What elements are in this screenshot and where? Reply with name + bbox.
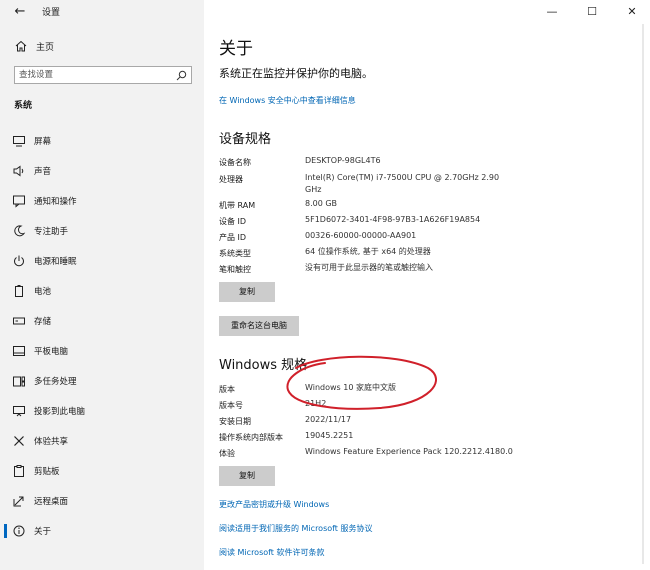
close-icon[interactable]: ✕ <box>620 3 644 21</box>
project-icon <box>13 406 25 417</box>
main-content: 关于 系统正在监控并保护你的电脑。 在 Windows 安全中心中查看详细信息 … <box>204 0 650 570</box>
spec-value-device-name: DESKTOP-98GL4T6 <box>305 156 381 165</box>
minimize-icon[interactable]: — <box>540 3 564 21</box>
rename-pc-button[interactable]: 重命名这台电脑 <box>219 316 299 336</box>
search-input[interactable] <box>19 68 169 82</box>
speaker-icon <box>13 165 24 177</box>
titlebar-left: ← 设置 <box>0 0 204 24</box>
search-box[interactable] <box>14 66 192 84</box>
sidebar-item-tablet[interactable]: 平板电脑 <box>0 336 204 366</box>
device-specs-heading: 设备规格 <box>219 132 272 147</box>
sidebar-item-storage[interactable]: 存储 <box>0 306 204 336</box>
security-center-link[interactable]: 在 Windows 安全中心中查看详细信息 <box>219 95 356 106</box>
spec-label-version: 版本号 <box>219 401 243 410</box>
spec-label-edition: 版本 <box>219 385 235 394</box>
monitor-icon <box>13 136 25 147</box>
spec-value-system-type: 64 位操作系统, 基于 x64 的处理器 <box>305 247 431 256</box>
sidebar-item-label: 剪贴板 <box>34 467 60 477</box>
sidebar: ← 设置 主页 系统 屏幕 <box>0 0 204 570</box>
tablet-icon <box>13 346 25 356</box>
sidebar-item-notifications[interactable]: 通知和操作 <box>0 186 204 216</box>
sidebar-item-label: 专注助手 <box>34 227 69 237</box>
microsoft-license-terms-link[interactable]: 阅读 Microsoft 软件许可条款 <box>219 547 325 558</box>
spec-label-device-id: 设备 ID <box>219 217 247 226</box>
spec-label-device-name: 设备名称 <box>219 158 251 167</box>
sidebar-item-label: 关于 <box>34 527 52 537</box>
remote-icon <box>13 496 24 507</box>
sidebar-nav-list: 屏幕 声音 通知和操作 专注助手 电源和睡眠 电池 存储 平板电脑 多任务处理 … <box>0 126 204 546</box>
copy-windows-specs-button[interactable]: 复制 <box>219 466 275 486</box>
power-icon <box>14 255 24 267</box>
window-controls: — ☐ ✕ <box>540 0 650 24</box>
change-product-key-link[interactable]: 更改产品密钥或升级 Windows <box>219 499 329 510</box>
back-arrow-icon[interactable]: ← <box>8 3 32 21</box>
sidebar-item-about[interactable]: 关于 <box>0 516 204 546</box>
spec-value-ram: 8.00 GB <box>305 199 338 208</box>
sidebar-item-label: 电池 <box>34 287 52 297</box>
moon-icon <box>14 225 26 237</box>
sidebar-item-power[interactable]: 电源和睡眠 <box>0 246 204 276</box>
page-title: 关于 <box>219 39 253 59</box>
spec-value-processor: Intel(R) Core(TM) i7-7500U CPU @ 2.70GHz… <box>305 173 500 194</box>
sidebar-item-label: 电源和睡眠 <box>34 257 77 267</box>
sidebar-item-label: 声音 <box>34 167 52 177</box>
sidebar-item-label: 远程桌面 <box>34 497 69 507</box>
microsoft-services-agreement-link[interactable]: 阅读适用于我们服务的 Microsoft 服务协议 <box>219 523 373 534</box>
app-title: 设置 <box>42 8 61 18</box>
spec-value-device-id: 5F1D6072-3401-4F98-97B3-1A626F19A854 <box>305 215 481 224</box>
storage-icon <box>13 317 25 325</box>
share-icon <box>14 436 24 446</box>
sidebar-item-sound[interactable]: 声音 <box>0 156 204 186</box>
sidebar-section-title: 系统 <box>14 101 33 111</box>
maximize-icon[interactable]: ☐ <box>580 3 604 21</box>
spec-label-product-id: 产品 ID <box>219 233 247 242</box>
spec-value-install-date: 2022/11/17 <box>305 415 352 424</box>
spec-label-ram: 机带 RAM <box>219 201 256 210</box>
spec-label-os-build: 操作系统内部版本 <box>219 433 283 442</box>
spec-value-os-build: 19045.2251 <box>305 431 354 440</box>
home-icon <box>15 40 27 52</box>
notification-icon <box>13 195 25 208</box>
protection-status-text: 系统正在监控并保护你的电脑。 <box>219 67 373 80</box>
sidebar-item-label: 屏幕 <box>34 137 52 147</box>
search-icon[interactable] <box>176 70 187 81</box>
sidebar-item-battery[interactable]: 电池 <box>0 276 204 306</box>
sidebar-item-focus-assist[interactable]: 专注助手 <box>0 216 204 246</box>
sidebar-item-label: 通知和操作 <box>34 197 77 207</box>
sidebar-item-multitasking[interactable]: 多任务处理 <box>0 366 204 396</box>
sidebar-item-home[interactable]: 主页 <box>0 36 204 58</box>
sidebar-item-shared-experiences[interactable]: 体验共享 <box>0 426 204 456</box>
windows-specs-heading: Windows 规格 <box>219 358 308 373</box>
sidebar-item-label: 存储 <box>34 317 52 327</box>
sidebar-item-label: 平板电脑 <box>34 347 69 357</box>
scrollbar[interactable] <box>642 24 644 564</box>
multitask-icon <box>13 376 25 387</box>
spec-value-version: 21H2 <box>305 399 327 408</box>
spec-value-experience: Windows Feature Experience Pack 120.2212… <box>305 447 513 456</box>
clipboard-icon <box>14 465 24 477</box>
spec-label-processor: 处理器 <box>219 175 243 184</box>
copy-device-specs-button[interactable]: 复制 <box>219 282 275 302</box>
sidebar-item-label: 投影到此电脑 <box>34 407 86 417</box>
battery-icon <box>15 285 23 297</box>
sidebar-item-display[interactable]: 屏幕 <box>0 126 204 156</box>
info-icon <box>13 525 25 537</box>
spec-label-system-type: 系统类型 <box>219 249 251 258</box>
spec-value-edition: Windows 10 家庭中文版 <box>305 383 396 392</box>
sidebar-item-label: 多任务处理 <box>34 377 77 387</box>
spec-label-pen-touch: 笔和触控 <box>219 265 251 274</box>
sidebar-item-clipboard[interactable]: 剪贴板 <box>0 456 204 486</box>
spec-value-pen-touch: 没有可用于此显示器的笔或触控输入 <box>305 263 433 272</box>
sidebar-item-project[interactable]: 投影到此电脑 <box>0 396 204 426</box>
sidebar-item-remote-desktop[interactable]: 远程桌面 <box>0 486 204 516</box>
spec-label-experience: 体验 <box>219 449 235 458</box>
sidebar-item-label: 体验共享 <box>34 437 69 447</box>
sidebar-home-label: 主页 <box>36 43 55 53</box>
settings-window: ← 设置 主页 系统 屏幕 <box>0 0 650 570</box>
spec-label-install-date: 安装日期 <box>219 417 251 426</box>
spec-value-product-id: 00326-60000-00000-AA901 <box>305 231 417 240</box>
